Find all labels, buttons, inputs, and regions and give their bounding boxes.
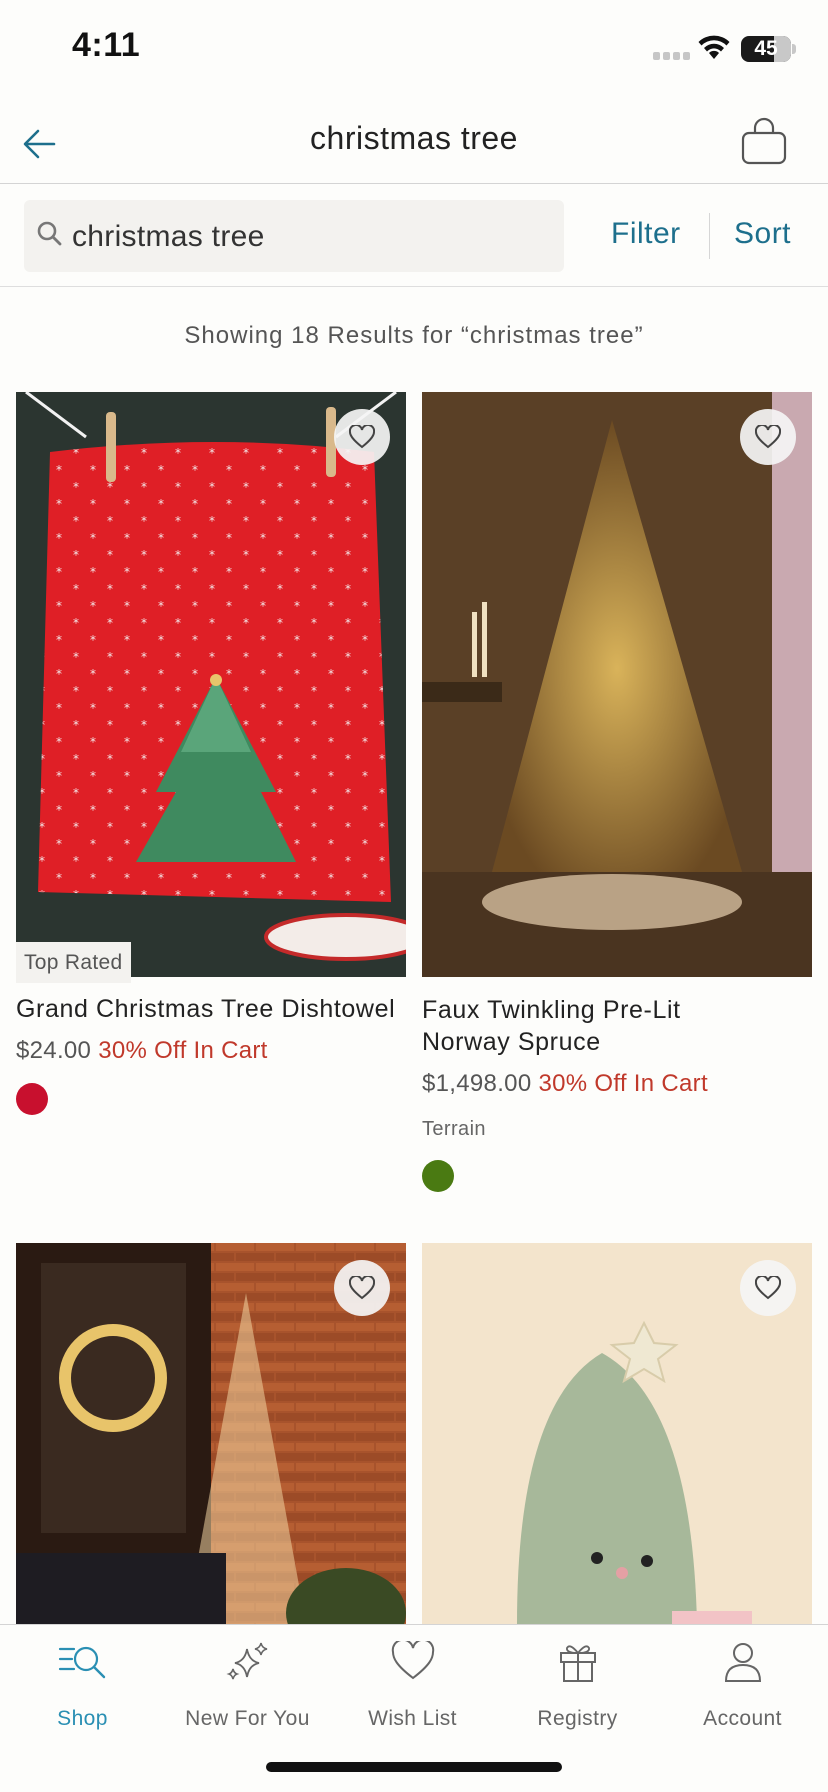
tab-label: New For You xyxy=(185,1707,310,1730)
home-indicator xyxy=(266,1762,562,1772)
product-name-line-2: Norway Spruce xyxy=(422,1028,601,1056)
tab-new-for-you[interactable]: New For You xyxy=(165,1625,330,1745)
search-input[interactable]: christmas tree xyxy=(24,200,564,272)
tab-label: Account xyxy=(703,1707,782,1730)
status-bar: 4:11 45 xyxy=(0,0,828,100)
wishlist-heart-button[interactable] xyxy=(334,1260,390,1316)
tab-label: Wish List xyxy=(368,1707,457,1730)
search-icon xyxy=(37,221,62,246)
product-promo: 30% Off In Cart xyxy=(538,1070,708,1097)
page-title: christmas tree xyxy=(310,120,518,156)
tab-shop[interactable]: Shop xyxy=(0,1625,165,1745)
color-swatch[interactable] xyxy=(422,1160,454,1192)
filter-button[interactable]: Filter xyxy=(611,217,681,251)
heart-icon xyxy=(755,1276,781,1300)
battery-level: 45 xyxy=(754,37,778,60)
battery-icon: 45 xyxy=(741,36,791,62)
wishlist-heart-button[interactable] xyxy=(740,409,796,465)
product-image[interactable]: * * xyxy=(16,392,406,977)
cellular-signal-icon xyxy=(653,52,690,60)
battery-cap xyxy=(792,44,796,54)
price-line: $24.00 30% Off In Cart xyxy=(16,1037,268,1065)
sort-button[interactable]: Sort xyxy=(734,217,791,251)
top-rated-badge: Top Rated xyxy=(16,942,132,983)
sparkles-icon xyxy=(225,1642,267,1680)
product-name[interactable]: Grand Christmas Tree Dishtowel xyxy=(16,993,395,1025)
product-name-line-1: Faux Twinkling Pre-Lit xyxy=(422,996,681,1024)
wishlist-heart-button[interactable] xyxy=(334,409,390,465)
wishlist-heart-button[interactable] xyxy=(740,1260,796,1316)
search-value: christmas tree xyxy=(72,220,265,253)
tab-account[interactable]: Account xyxy=(660,1625,825,1745)
heart-icon xyxy=(391,1641,434,1680)
nav-bar: christmas tree xyxy=(0,100,828,184)
product-brand: Terrain xyxy=(422,1118,486,1140)
tab-wish-list[interactable]: Wish List xyxy=(330,1625,495,1745)
shopping-bag-icon[interactable] xyxy=(738,116,790,168)
product-name[interactable]: Faux Twinkling Pre-Lit Norway Spruce xyxy=(422,994,681,1058)
product-price: $24.00 xyxy=(16,1037,92,1064)
person-icon xyxy=(724,1643,761,1682)
heart-icon xyxy=(755,425,781,449)
heart-icon xyxy=(349,425,375,449)
tab-label: Shop xyxy=(57,1707,108,1730)
tab-registry[interactable]: Registry xyxy=(495,1625,660,1745)
results-summary: Showing 18 Results for “christmas tree” xyxy=(184,322,644,349)
search-row: christmas tree Filter Sort xyxy=(0,185,828,287)
shop-search-icon xyxy=(58,1646,105,1679)
heart-icon xyxy=(349,1276,375,1300)
wifi-icon xyxy=(698,35,730,59)
status-time: 4:11 xyxy=(72,26,141,64)
color-swatch[interactable] xyxy=(16,1083,48,1115)
gift-icon xyxy=(559,1645,596,1682)
product-price: $1,498.00 xyxy=(422,1070,532,1097)
product-image[interactable] xyxy=(422,392,812,977)
price-line: $1,498.00 30% Off In Cart xyxy=(422,1070,708,1098)
product-promo: 30% Off In Cart xyxy=(98,1037,268,1064)
divider xyxy=(709,213,710,259)
tab-label: Registry xyxy=(537,1707,618,1730)
